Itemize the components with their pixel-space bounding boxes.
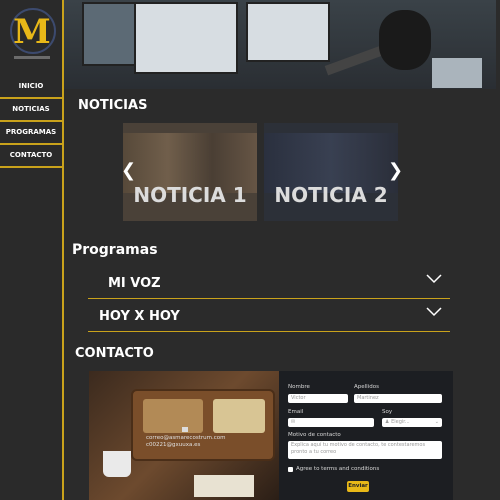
main-nav: INICIO NOTICIAS PROGRAMAS CONTACTO — [0, 76, 62, 168]
nav-item-contacto[interactable]: CONTACTO — [0, 145, 62, 168]
chevron-left-icon[interactable]: ❮ — [121, 160, 136, 181]
monitor-left — [82, 2, 136, 66]
mail-icon: ✉ — [291, 419, 296, 425]
motivo-label: Motivo de contacto — [288, 432, 341, 438]
monitor-center — [134, 2, 238, 74]
submit-button[interactable]: Enviar — [347, 481, 369, 492]
hero-banner-image — [64, 0, 496, 89]
contact-email[interactable]: correo@asmarecostrum.com — [146, 435, 225, 441]
news-carousel: NOTICIA 1 NOTICIA 2 — [123, 123, 398, 221]
nombre-label: Nombre — [288, 384, 310, 390]
nav-item-programas[interactable]: PROGRAMAS — [0, 122, 62, 145]
news-card-label: NOTICIA 1 — [133, 183, 247, 207]
news-section-title: NOTICIAS — [78, 98, 148, 113]
email-label: Email — [288, 409, 304, 415]
book-image — [194, 475, 254, 497]
microphone — [379, 10, 431, 70]
logo-tagline-bar — [14, 56, 50, 59]
chevron-down-icon[interactable] — [426, 272, 442, 288]
email-input[interactable]: ✉ — [288, 418, 374, 427]
chevron-down-icon[interactable] — [426, 305, 442, 321]
terms-checkbox[interactable] — [288, 467, 293, 472]
main-content: NOTICIAS NOTICIA 1 NOTICIA 2 ❮ ❯ Program… — [64, 0, 500, 500]
soy-select-value: Elegir... — [391, 419, 410, 425]
soy-select[interactable]: ♟ Elegir... ⌄ — [382, 418, 442, 427]
radio-dial — [213, 399, 265, 433]
motivo-textarea[interactable]: Explica aquí tu motivo de contacto, te c… — [288, 441, 442, 459]
apellidos-input[interactable]: Martinez — [354, 394, 442, 403]
news-card-label: NOTICIA 2 — [274, 183, 388, 207]
program-accordion-mi-voz[interactable]: MI VOZ — [88, 268, 450, 299]
contact-section-title: CONTACTO — [75, 346, 154, 361]
monitor-right — [246, 2, 330, 62]
vintage-radio-image — [131, 389, 275, 461]
terms-label: Agree to terms and conditions — [296, 466, 380, 472]
coffee-cup-image — [103, 451, 131, 477]
program-title: MI VOZ — [108, 276, 161, 291]
background-equipment — [432, 58, 482, 88]
chevron-down-icon: ⌄ — [434, 419, 439, 425]
news-card-1[interactable]: NOTICIA 1 — [123, 123, 257, 221]
news-card-2[interactable]: NOTICIA 2 — [264, 123, 398, 221]
logo-letter: M — [13, 12, 51, 52]
apellidos-label: Apellidos — [354, 384, 379, 390]
nav-item-noticias[interactable]: NOTICIAS — [0, 99, 62, 122]
user-icon: ♟ — [385, 419, 390, 425]
programs-section-title: Programas — [72, 242, 158, 258]
site-logo[interactable]: M — [9, 8, 56, 64]
radio-grill — [143, 399, 203, 433]
contact-background-photo: correo@asmarecostrum.com c00221@gxuuxa.e… — [89, 371, 279, 500]
mail-icon — [182, 427, 188, 432]
program-title: HOY X HOY — [99, 309, 180, 324]
sidebar: M INICIO NOTICIAS PROGRAMAS CONTACTO — [0, 0, 64, 500]
soy-label: Soy — [382, 409, 393, 415]
program-accordion-hoy-x-hoy[interactable]: HOY X HOY — [88, 301, 450, 332]
nav-item-inicio[interactable]: INICIO — [0, 76, 62, 99]
nombre-input[interactable]: Victor — [288, 394, 348, 403]
contact-panel: correo@asmarecostrum.com c00221@gxuuxa.e… — [89, 371, 453, 500]
contact-email-secondary[interactable]: c00221@gxuuxa.es — [146, 442, 200, 448]
chevron-right-icon[interactable]: ❯ — [388, 160, 403, 181]
